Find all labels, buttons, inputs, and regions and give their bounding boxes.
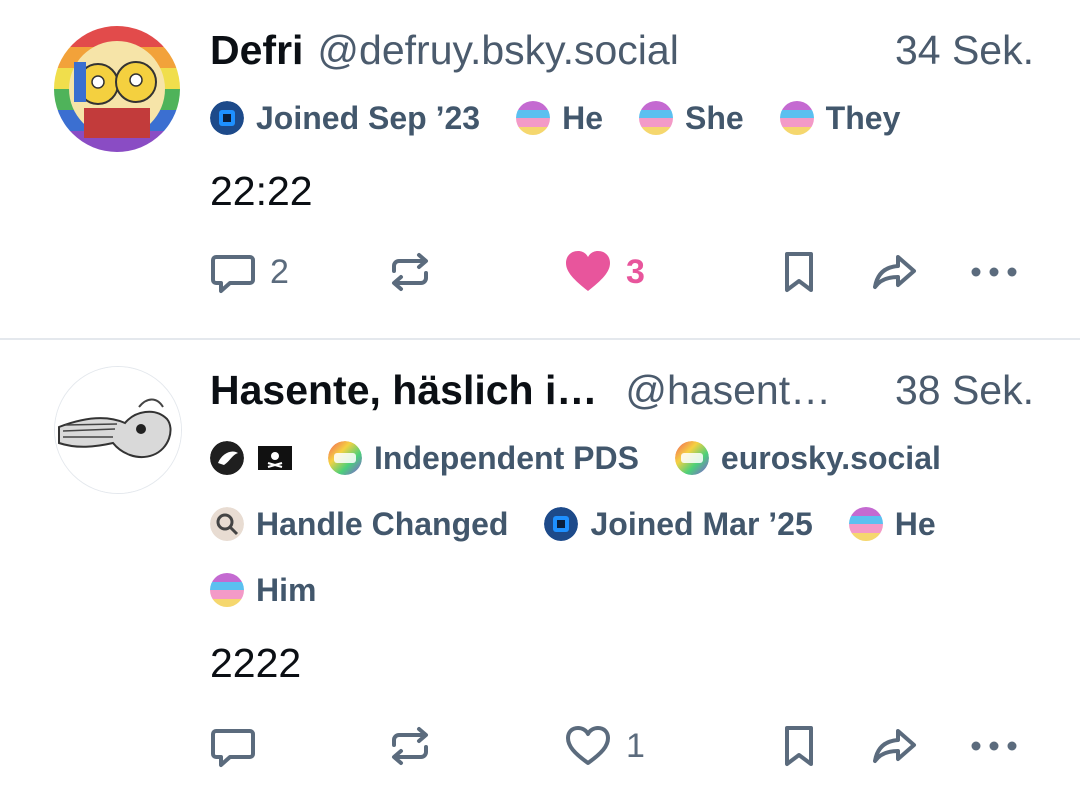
speech-bubble-icon <box>211 729 255 767</box>
profile-badges: Joined Sep ’23 He She They <box>210 99 1040 136</box>
post-header: Defri @defruy.bsky.social 34 Sek. <box>210 27 1034 77</box>
chip-icon <box>544 507 579 541</box>
badge-label: He <box>894 505 936 542</box>
chip-icon <box>210 101 244 135</box>
ellipsis-icon <box>971 267 1017 277</box>
repost-button[interactable] <box>386 248 434 296</box>
like-count: 1 <box>626 726 645 765</box>
bookmark-icon <box>785 252 813 292</box>
bookmark-icon <box>785 726 813 766</box>
badge-label: Him <box>256 571 317 608</box>
post-text: 2222 <box>210 640 302 686</box>
pirate-flag-icon <box>258 441 292 475</box>
badge-pronoun[interactable]: He <box>516 99 603 136</box>
reply-button[interactable] <box>210 722 270 770</box>
share-arrow-icon <box>873 255 916 289</box>
pronoun-flag-icon <box>779 101 814 135</box>
pronoun-flag-icon <box>638 101 673 135</box>
more-button[interactable] <box>968 248 1020 296</box>
badge-pronoun[interactable]: They <box>779 99 901 136</box>
badge-pds-host[interactable]: eurosky.social <box>674 439 941 476</box>
heart-icon <box>566 251 610 291</box>
bird-icon <box>210 441 244 475</box>
post[interactable]: Defri @defruy.bsky.social 34 Sek. Joined… <box>0 0 1080 340</box>
bookmark-button[interactable] <box>776 248 822 296</box>
repost-arrows-icon <box>392 253 428 291</box>
speech-bubble-icon <box>211 255 255 293</box>
post-text: 22:22 <box>210 168 313 214</box>
repost-button[interactable] <box>386 722 434 770</box>
author-name[interactable]: Defri <box>210 27 303 74</box>
badge-icons[interactable] <box>210 441 292 475</box>
heart-icon <box>566 726 610 765</box>
badge-label: He <box>562 99 603 136</box>
repost-arrows-icon <box>392 727 428 765</box>
badge-joined[interactable]: Joined Sep ’23 <box>210 99 481 136</box>
like-count: 3 <box>626 252 645 291</box>
share-button[interactable] <box>870 722 920 770</box>
avatar[interactable] <box>54 366 182 494</box>
bookmark-button[interactable] <box>776 722 822 770</box>
badge-label: They <box>825 99 901 136</box>
badge-pds[interactable]: Independent PDS <box>328 439 639 476</box>
post-header: Hasente, häslich i… @hasent… 38 Sek. <box>210 367 1034 417</box>
author-handle[interactable]: @defruy.bsky.social <box>317 27 875 74</box>
post-timestamp[interactable]: 34 Sek. <box>895 27 1034 74</box>
profile-badges: Independent PDS eurosky.social Handle Ch… <box>210 439 1040 608</box>
pds-icon <box>674 441 709 475</box>
share-button[interactable] <box>870 248 920 296</box>
avatar[interactable] <box>54 26 180 152</box>
pronoun-flag-icon <box>848 507 883 541</box>
badge-label: Independent PDS <box>374 439 639 476</box>
badge-joined[interactable]: Joined Mar ’25 <box>544 505 813 542</box>
author-handle[interactable]: @hasent… <box>625 367 875 414</box>
pds-icon <box>328 441 362 475</box>
badge-pronoun[interactable]: Him <box>210 571 317 608</box>
badge-pronoun[interactable]: She <box>638 99 744 136</box>
share-arrow-icon <box>873 729 916 763</box>
post[interactable]: Hasente, häslich i… @hasent… 38 Sek. Ind… <box>0 340 1080 808</box>
like-button[interactable]: 1 <box>564 722 645 770</box>
post-timestamp[interactable]: 38 Sek. <box>895 367 1034 414</box>
badge-label: Joined Mar ’25 <box>590 505 813 542</box>
badge-handle-changed[interactable]: Handle Changed <box>210 505 509 542</box>
badge-pronoun[interactable]: He <box>848 505 936 542</box>
like-button[interactable]: 3 <box>564 248 645 296</box>
post-actions: 1 <box>210 722 1030 770</box>
badge-label: Joined Sep ’23 <box>256 99 481 136</box>
more-button[interactable] <box>968 722 1020 770</box>
reply-count: 2 <box>270 252 289 291</box>
badge-label: She <box>684 99 744 136</box>
badge-label: Handle Changed <box>256 505 509 542</box>
post-actions: 2 3 <box>210 248 1030 296</box>
badge-label: eurosky.social <box>720 439 941 476</box>
author-name[interactable]: Hasente, häslich i… <box>210 367 597 414</box>
pronoun-flag-icon <box>516 101 551 135</box>
ellipsis-icon <box>971 741 1017 751</box>
magnifier-icon <box>210 507 244 541</box>
pronoun-flag-icon <box>210 573 244 607</box>
reply-button[interactable]: 2 <box>210 248 289 296</box>
